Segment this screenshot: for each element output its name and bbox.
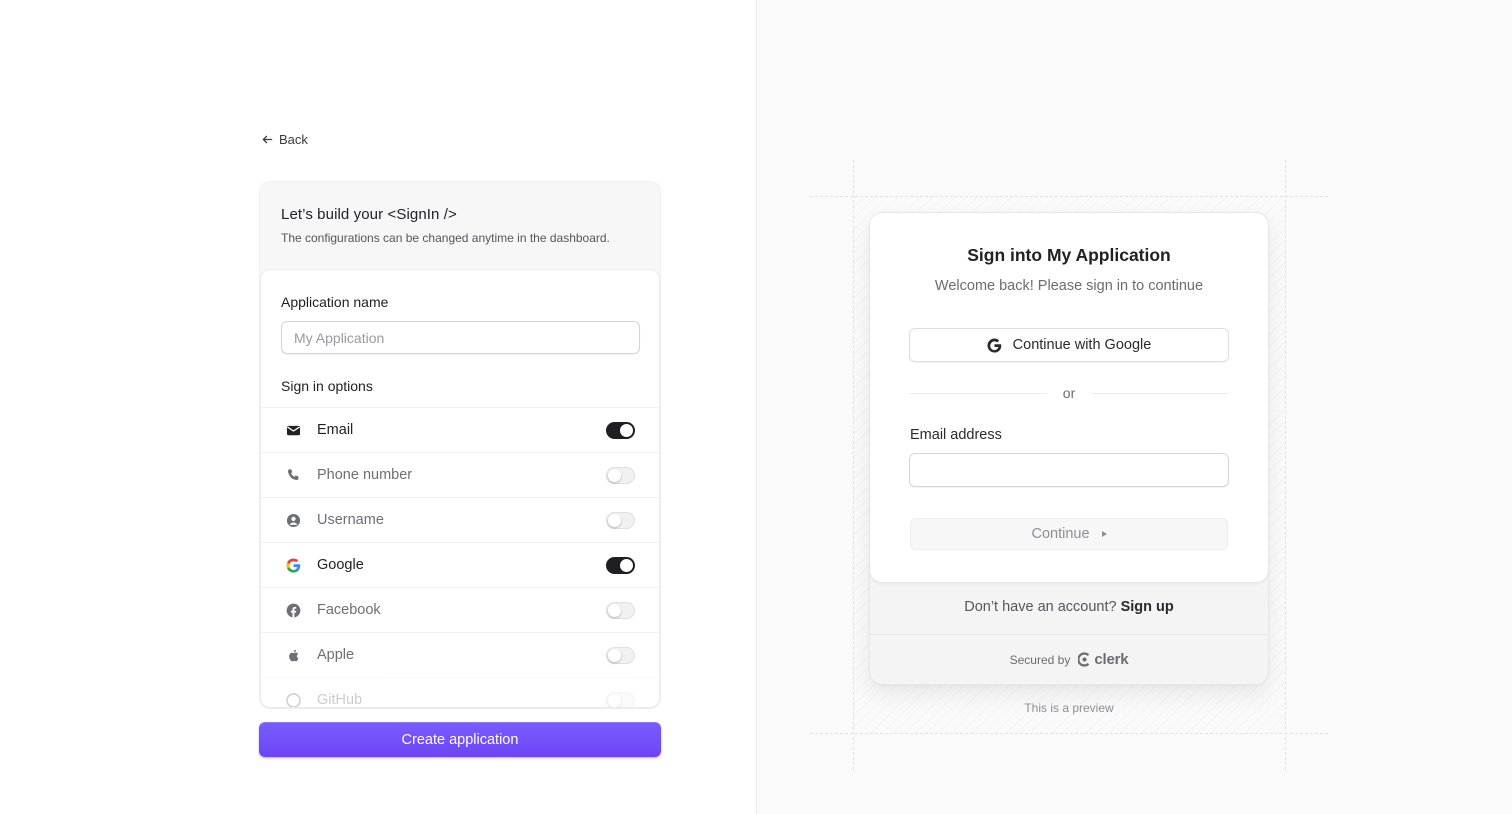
github-toggle[interactable]	[606, 692, 635, 707]
email-toggle[interactable]	[606, 422, 635, 439]
sign-in-options-list: Email Phone number Username Google Faceb…	[261, 407, 659, 707]
sign-in-form: Sign into My Application Welcome back! P…	[870, 213, 1268, 582]
divider-line	[1091, 392, 1230, 394]
option-row-email[interactable]: Email	[261, 407, 659, 452]
create-application-button[interactable]: Create application	[259, 722, 661, 757]
toggle-knob	[608, 694, 621, 707]
back-label: Back	[279, 132, 308, 147]
continue-button[interactable]: Continue	[910, 518, 1228, 550]
or-divider: or	[909, 383, 1230, 403]
phone-number-toggle[interactable]	[606, 467, 635, 484]
google-button-label: Continue with Google	[1012, 337, 1152, 353]
option-row-phone-number[interactable]: Phone number	[261, 452, 659, 497]
option-label: Email	[317, 422, 354, 438]
back-link[interactable]: Back	[262, 132, 308, 147]
option-row-google[interactable]: Google	[261, 542, 659, 587]
guide-line-left	[853, 160, 854, 770]
secured-by-text: Secured by	[1009, 652, 1071, 667]
application-name-input[interactable]	[281, 321, 640, 354]
toggle-knob	[620, 424, 633, 437]
option-row-facebook[interactable]: Facebook	[261, 587, 659, 632]
toggle-knob	[620, 559, 633, 572]
sign-in-subtitle: Welcome back! Please sign in to continue	[934, 278, 1204, 294]
apple-icon	[285, 647, 301, 663]
clerk-mark-icon	[1078, 652, 1090, 667]
option-label: GitHub	[317, 692, 363, 707]
clerk-logo[interactable]: clerk	[1078, 651, 1129, 668]
configuration-panel: Back Let’s build your <SignIn /> The con…	[0, 0, 757, 814]
arrow-left-icon	[262, 135, 273, 144]
email-address-label: Email address	[910, 427, 1002, 443]
continue-with-google-button[interactable]: Continue with Google	[909, 328, 1229, 362]
option-label: Phone number	[317, 467, 413, 483]
sign-up-prompt-text: Don’t have an account?	[964, 599, 1117, 615]
github-icon	[285, 692, 301, 707]
clerk-wordmark: clerk	[1094, 651, 1129, 668]
option-row-apple[interactable]: Apple	[261, 632, 659, 677]
option-label: Google	[317, 557, 364, 573]
continue-button-label: Continue	[1031, 526, 1090, 542]
mail-icon	[285, 422, 301, 438]
configuration-title: Let’s build your <SignIn />	[281, 206, 457, 223]
sign-in-options-label: Sign in options	[281, 378, 373, 394]
google-g-icon	[987, 337, 1001, 353]
caret-right-icon	[1101, 531, 1107, 537]
user-circle-icon	[285, 512, 301, 528]
configuration-form: Application name Sign in options Email	[261, 270, 659, 707]
sign-up-link[interactable]: Sign up	[1121, 599, 1174, 615]
option-row-username[interactable]: Username	[261, 497, 659, 542]
guide-line-bottom	[810, 733, 1328, 734]
facebook-toggle[interactable]	[606, 602, 635, 619]
divider-line	[909, 392, 1047, 394]
option-label: Username	[317, 512, 384, 528]
secured-by-footer: Secured by clerk	[870, 651, 1268, 668]
preview-note: This is a preview	[1024, 701, 1114, 715]
preview-panel: Sign into My Application Welcome back! P…	[757, 0, 1512, 814]
email-address-input[interactable]	[909, 453, 1229, 487]
sign-up-prompt: Don’t have an account? Sign up	[870, 599, 1268, 615]
apple-toggle[interactable]	[606, 647, 635, 664]
sign-in-preview-card: Sign into My Application Welcome back! P…	[870, 213, 1268, 684]
google-icon	[285, 557, 301, 573]
toggle-knob	[608, 649, 621, 662]
option-label: Apple	[317, 647, 355, 663]
application-name-label: Application name	[281, 294, 389, 310]
google-toggle[interactable]	[606, 557, 635, 574]
configuration-card: Let’s build your <SignIn /> The configur…	[260, 182, 660, 708]
sign-in-title: Sign into My Application	[967, 245, 1171, 265]
toggle-knob	[608, 604, 621, 617]
facebook-icon	[285, 602, 301, 618]
phone-icon	[285, 467, 301, 483]
option-label: Facebook	[317, 602, 381, 618]
footer-divider	[870, 634, 1268, 635]
configuration-header: Let’s build your <SignIn /> The configur…	[260, 182, 660, 270]
toggle-knob	[608, 469, 621, 482]
guide-line-top	[810, 196, 1328, 197]
username-toggle[interactable]	[606, 512, 635, 529]
divider-text: or	[1062, 385, 1076, 401]
option-row-github[interactable]: GitHub	[261, 677, 659, 707]
toggle-knob	[608, 514, 621, 527]
guide-line-right	[1285, 160, 1286, 770]
configuration-subtitle: The configurations can be changed anytim…	[281, 231, 610, 245]
